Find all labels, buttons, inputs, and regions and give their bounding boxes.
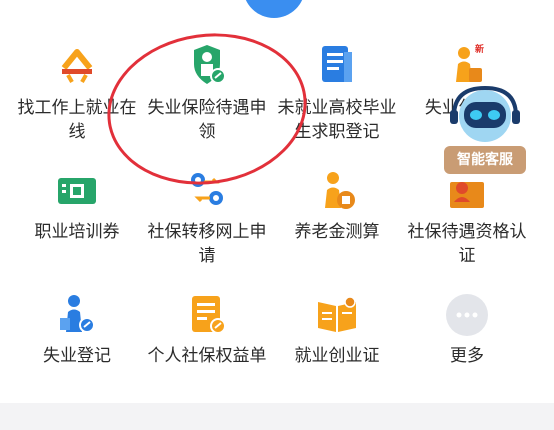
robot-assistant-icon xyxy=(450,85,520,142)
customer-service-label: 智能客服 xyxy=(444,146,526,174)
employment-certificate-icon xyxy=(314,292,360,338)
service-label: 就业创业证 xyxy=(294,346,380,366)
graduate-registration-icon xyxy=(314,42,360,88)
svg-text:新: 新 xyxy=(475,43,484,55)
service-label: 失业登记 xyxy=(43,346,111,366)
bottom-divider xyxy=(0,403,554,430)
service-label: 职业培训券 xyxy=(34,222,120,242)
service-grid: 找工作上就业在线 失业保险待遇申领 未就业高校毕业生求职登记 新 职业培训券 社… xyxy=(0,0,554,400)
service-label: 社保待遇资格认证 xyxy=(407,222,527,266)
pension-calculator-icon xyxy=(314,168,360,214)
job-search-icon xyxy=(54,42,100,88)
service-label: 失业保险待遇申领 xyxy=(147,98,267,142)
service-label: 找工作上就业在线 xyxy=(17,98,137,142)
service-label: 个人社保权益单 xyxy=(147,346,267,366)
transfer-location-icon xyxy=(184,168,230,214)
training-voucher-icon xyxy=(54,168,100,214)
service-label: 养老金测算 xyxy=(294,222,380,242)
smart-customer-service[interactable]: 智能客服 xyxy=(440,82,530,177)
unemployment-insurance-icon xyxy=(184,42,230,88)
service-label: 更多 xyxy=(450,346,484,366)
service-label: 社保转移网上申请 xyxy=(147,222,267,266)
social-security-statement-icon xyxy=(184,292,230,338)
more-icon xyxy=(444,292,490,338)
service-label: 未就业高校毕业生求职登记 xyxy=(277,98,397,142)
unemployment-registration-icon xyxy=(54,292,100,338)
